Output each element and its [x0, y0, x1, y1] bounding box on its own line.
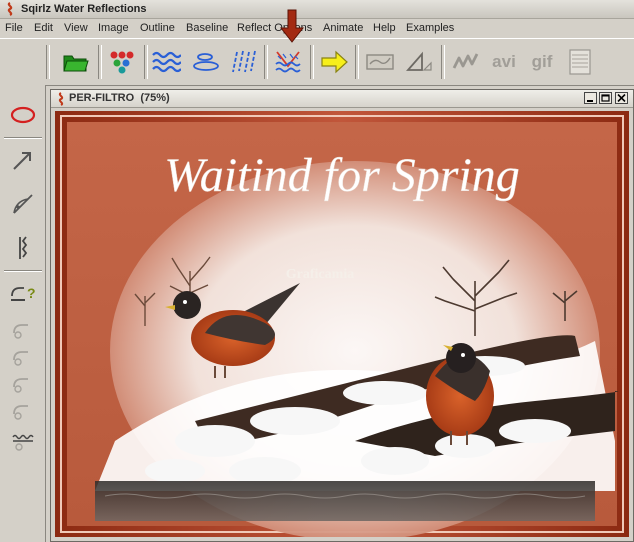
menu-view[interactable]: View [64, 22, 88, 34]
menu-baseline[interactable]: Baseline [186, 22, 228, 34]
document-title-bar[interactable]: PER-FILTRO (75%) [51, 90, 633, 108]
line-arrow-tool-button[interactable] [6, 145, 40, 175]
minimize-icon [587, 100, 593, 102]
ripples-icon [193, 53, 219, 71]
next-arrow-button[interactable] [318, 47, 350, 77]
rain-button[interactable] [228, 47, 260, 77]
water-line-icon [12, 434, 34, 451]
menu-edit[interactable]: Edit [34, 22, 53, 34]
close-button[interactable] [615, 92, 628, 104]
toolbar-separator [264, 45, 268, 79]
ripples-button[interactable] [190, 47, 222, 77]
perspective-angle-icon [406, 51, 432, 71]
menu-animate[interactable]: Animate [323, 22, 363, 34]
menu-outline[interactable]: Outline [140, 22, 175, 34]
reflection-options-button[interactable] [272, 47, 304, 77]
perspective-button[interactable] [404, 47, 436, 77]
animation-wave-button[interactable] [450, 47, 482, 77]
help-mask-tool-button[interactable]: ? [6, 279, 40, 309]
arrow-diagonal-icon [13, 152, 31, 170]
toolbar-separator [144, 45, 148, 79]
menu-examples[interactable]: Examples [406, 22, 454, 34]
menu-file[interactable]: File [5, 22, 23, 34]
menu-image[interactable]: Image [98, 22, 129, 34]
svg-text:?: ? [27, 285, 36, 301]
image-canvas[interactable]: Waitind for Spring Graficamia [55, 111, 629, 541]
main-toolbar: avi gif [0, 38, 634, 86]
sqirlz-logo-icon [7, 2, 13, 16]
curve-tool-button[interactable] [6, 189, 40, 219]
save-avi-button[interactable]: avi [488, 47, 520, 77]
image-region-icon [366, 54, 394, 70]
headline-text: Waitind for Spring [164, 149, 520, 202]
mask-tool-icon [13, 405, 28, 420]
document-window: PER-FILTRO (75%) Waitind for Spring Graf… [50, 89, 634, 542]
mask-tool-icon [13, 324, 28, 339]
close-icon [617, 94, 626, 102]
toolbar-separator [310, 45, 314, 79]
mask-tool-icon [13, 351, 28, 366]
rain-icon [232, 50, 256, 73]
document-frames-icon [569, 49, 591, 75]
pointer-arrow-icon [279, 9, 305, 43]
toolbar-separator [98, 45, 102, 79]
zigzag-wave-icon [452, 53, 479, 69]
water-reflection [95, 481, 595, 521]
menu-help[interactable]: Help [373, 22, 396, 34]
mask-question-icon: ? [11, 285, 36, 301]
baseline-tool-button[interactable] [6, 233, 40, 263]
tools-sidebar: ? [0, 85, 46, 542]
app-title: Sqirlz Water Reflections [21, 3, 147, 15]
sidebar-separator [4, 270, 42, 272]
app-title-bar: Sqirlz Water Reflections [0, 0, 634, 19]
arrow-right-icon [321, 50, 348, 74]
image-region-button[interactable] [364, 47, 396, 77]
toolbar-separator [355, 45, 359, 79]
save-gif-button[interactable]: gif [526, 47, 558, 77]
reflection-waves-icon [275, 51, 301, 73]
signature-text: Graficamia [286, 267, 354, 282]
gif-label: gif [531, 52, 553, 71]
disabled-tool-2[interactable] [6, 340, 40, 370]
frames-button[interactable] [564, 47, 596, 77]
maximize-icon [601, 94, 610, 102]
menu-bar: File Edit View Image Outline Baseline Re… [0, 19, 634, 37]
disabled-tool-3[interactable] [6, 367, 40, 397]
waves-button[interactable] [150, 47, 182, 77]
toolbar-separator [441, 45, 445, 79]
toolbar-separator [46, 45, 50, 79]
sidebar-separator [4, 137, 42, 139]
ellipse-icon [10, 106, 36, 124]
waves-icon [152, 51, 181, 73]
color-dots-icon [110, 51, 134, 74]
mask-tool-icon [13, 378, 28, 393]
open-folder-button[interactable] [60, 47, 92, 77]
artwork-image: Waitind for Spring Graficamia [55, 111, 629, 541]
folder-open-icon [63, 55, 89, 72]
document-logo-icon [58, 92, 64, 106]
disabled-tool-1[interactable] [6, 313, 40, 343]
ellipse-tool-button[interactable] [6, 100, 40, 130]
maximize-button[interactable] [599, 92, 612, 104]
protractor-curve-icon [13, 194, 33, 214]
color-palette-button[interactable] [106, 47, 138, 77]
avi-label: avi [492, 52, 516, 71]
water-line-tool-button[interactable] [6, 425, 40, 455]
zoom-level: (75%) [140, 92, 170, 104]
zigzag-vertical-icon [19, 236, 28, 259]
disabled-tool-4[interactable] [6, 394, 40, 424]
minimize-button[interactable] [584, 92, 597, 104]
document-title: PER-FILTRO [69, 92, 135, 104]
